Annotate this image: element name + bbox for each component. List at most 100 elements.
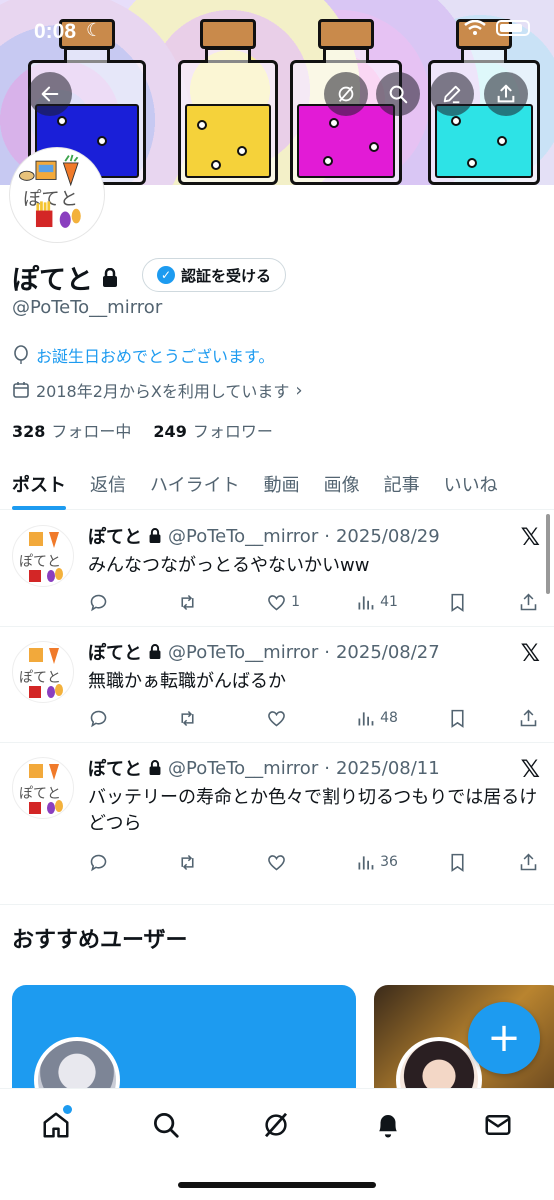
- post-handle[interactable]: @PoTeTo__mirror: [168, 526, 318, 547]
- back-button[interactable]: [28, 72, 72, 116]
- nav-home[interactable]: [36, 1105, 76, 1145]
- nav-grok[interactable]: [256, 1105, 296, 1145]
- views-count: 36: [380, 854, 398, 870]
- reply-icon: [90, 594, 107, 611]
- share-button[interactable]: [484, 72, 528, 116]
- joined-text: 2018年2月からXを利用しています: [36, 382, 290, 401]
- tab-posts[interactable]: ポスト: [0, 458, 78, 510]
- tab-highlights[interactable]: ハイライト: [138, 458, 252, 510]
- profile-name: ぽてと: [12, 265, 93, 296]
- birthday-text[interactable]: お誕生日おめでとうございます。: [36, 343, 274, 367]
- post-handle[interactable]: @PoTeTo__mirror: [168, 642, 318, 663]
- lock-icon: [103, 267, 117, 287]
- svg-text:ぽてと: ぽてと: [23, 189, 78, 210]
- views-button[interactable]: 36: [355, 852, 398, 873]
- battery-icon: [496, 20, 530, 36]
- heart-icon: [268, 854, 285, 870]
- repost-button[interactable]: [177, 708, 217, 729]
- post-avatar[interactable]: ぽてと: [12, 641, 74, 703]
- grok-icon: [264, 1112, 288, 1138]
- nav-messages[interactable]: [478, 1105, 518, 1145]
- views-icon: [358, 855, 374, 869]
- bookmark-button[interactable]: [447, 592, 469, 613]
- profile-avatar[interactable]: ぽてと: [10, 148, 104, 242]
- avatar-illustration: ぽてと: [19, 154, 81, 228]
- post-date[interactable]: 2025/08/27: [336, 642, 440, 663]
- post-item[interactable]: ぽてと ぽてと @PoTeTo__mirror · 2025/08/29 𝕏 み…: [0, 511, 554, 627]
- heart-icon: [268, 710, 285, 726]
- post-avatar[interactable]: ぽてと: [12, 525, 74, 587]
- grok-button[interactable]: [324, 72, 368, 116]
- lock-icon: [149, 644, 161, 659]
- get-verified-button[interactable]: ✓ 認証を受ける: [142, 258, 287, 292]
- joined-row[interactable]: 2018年2月からXを利用しています ›: [12, 378, 303, 402]
- svg-text:ぽてと: ぽてと: [19, 670, 61, 686]
- mail-icon: [485, 1115, 511, 1135]
- share-post-button[interactable]: [518, 852, 540, 873]
- followers-link[interactable]: 249 フォロワー: [153, 418, 272, 442]
- post-handle[interactable]: @PoTeTo__mirror: [168, 758, 318, 779]
- post-separator: ·: [324, 757, 330, 779]
- share-post-button[interactable]: [518, 708, 540, 729]
- svg-text:ぽてと: ぽてと: [19, 554, 61, 570]
- moon-icon: ☾: [86, 20, 103, 41]
- post-avatar[interactable]: ぽてと: [12, 757, 74, 819]
- post-date[interactable]: 2025/08/11: [336, 758, 440, 779]
- views-button[interactable]: 41: [355, 592, 398, 613]
- bell-icon: [379, 1115, 397, 1138]
- profile-handle: @PoTeTo__mirror: [12, 297, 163, 318]
- post-item[interactable]: ぽてと ぽてと @PoTeTo__mirror · 2025/08/27 𝕏 無…: [0, 627, 554, 743]
- like-button[interactable]: 1: [266, 592, 306, 613]
- avatar-illustration: ぽてと: [19, 532, 63, 582]
- post-date[interactable]: 2025/08/29: [336, 526, 440, 547]
- get-verified-label: 認証を受ける: [181, 266, 272, 285]
- balloon-icon: [14, 345, 28, 364]
- following-link[interactable]: 328 フォロー中: [12, 418, 131, 442]
- tab-videos[interactable]: 動画: [252, 458, 312, 510]
- bookmark-icon: [451, 709, 464, 728]
- views-icon: [358, 595, 374, 609]
- post-author-name[interactable]: ぽてと: [88, 639, 142, 665]
- lock-icon: [149, 528, 161, 543]
- pencil-icon: [443, 85, 461, 104]
- nav-search[interactable]: [146, 1105, 186, 1145]
- home-icon: [43, 1112, 69, 1138]
- reply-icon: [90, 854, 107, 871]
- tab-likes[interactable]: いいね: [432, 458, 510, 510]
- status-time: 0:08: [34, 20, 77, 43]
- repost-icon: [181, 594, 194, 610]
- bookmark-icon: [451, 853, 464, 872]
- like-button[interactable]: [266, 852, 306, 873]
- scrollbar[interactable]: [546, 514, 550, 594]
- bookmark-button[interactable]: [447, 852, 469, 873]
- compose-post-button[interactable]: +: [468, 1002, 540, 1074]
- repost-button[interactable]: [177, 852, 217, 873]
- post-text: バッテリーの寿命とか色々で割り切るつもりでは居るけどつら: [88, 787, 538, 835]
- search-button[interactable]: [376, 72, 420, 116]
- recommended-users-title: おすすめユーザー: [12, 928, 188, 953]
- search-icon: [389, 85, 408, 104]
- birthday-row: お誕生日おめでとうございます。: [12, 343, 274, 367]
- reply-button[interactable]: [88, 708, 128, 729]
- share-post-button[interactable]: [518, 592, 540, 613]
- tab-replies[interactable]: 返信: [78, 458, 138, 510]
- bookmark-button[interactable]: [447, 708, 469, 729]
- like-button[interactable]: [266, 708, 306, 729]
- post-text: みんなつながっとるやないかいww: [88, 555, 370, 576]
- lock-icon: [149, 760, 161, 775]
- post-author-name[interactable]: ぽてと: [88, 523, 142, 549]
- post-author-name[interactable]: ぽてと: [88, 755, 142, 781]
- follow-counts: 328 フォロー中 249 フォロワー: [12, 418, 273, 442]
- post-item[interactable]: ぽてと ぽてと @PoTeTo__mirror · 2025/08/11 𝕏 バ…: [0, 743, 554, 905]
- reply-button[interactable]: [88, 592, 128, 613]
- tab-articles[interactable]: 記事: [372, 458, 432, 510]
- tab-images[interactable]: 画像: [312, 458, 372, 510]
- repost-button[interactable]: [177, 592, 217, 613]
- heart-icon: [268, 594, 285, 610]
- avatar-illustration: ぽてと: [19, 648, 63, 698]
- edit-button[interactable]: [430, 72, 474, 116]
- reply-button[interactable]: [88, 852, 128, 873]
- views-button[interactable]: 48: [355, 708, 398, 729]
- post-header: ぽてと @PoTeTo__mirror · 2025/08/11: [88, 755, 440, 781]
- nav-notifications[interactable]: [368, 1105, 408, 1145]
